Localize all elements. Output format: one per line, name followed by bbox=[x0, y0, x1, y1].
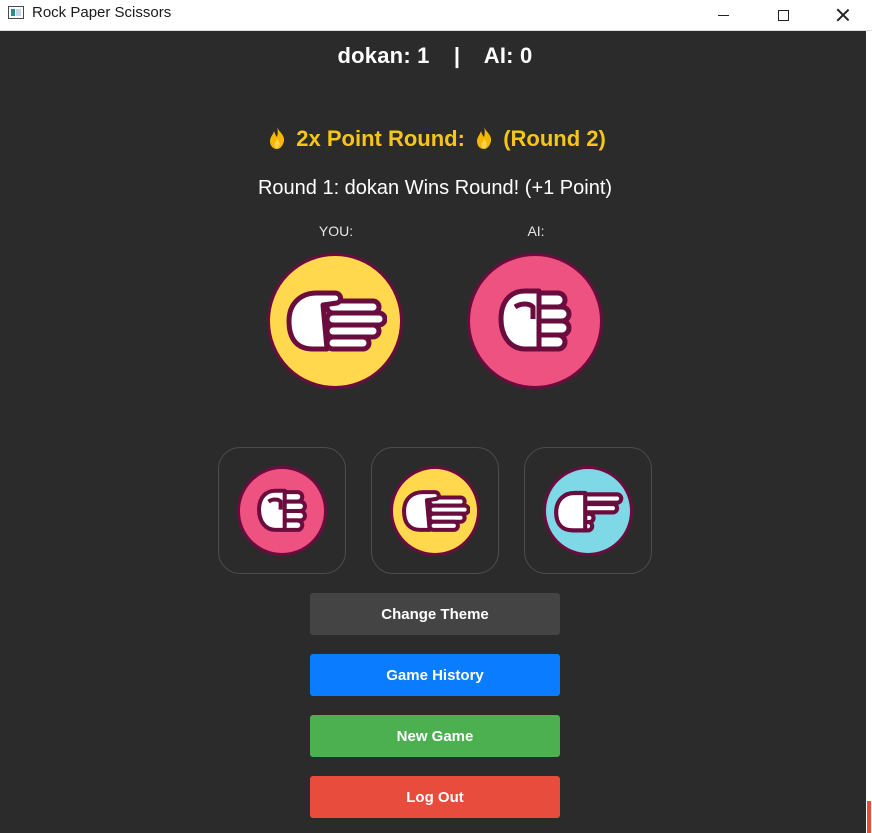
scissors-hand-icon bbox=[554, 490, 624, 532]
close-button[interactable] bbox=[820, 0, 866, 30]
rock-choice-circle bbox=[237, 465, 327, 556]
player-choice-display bbox=[267, 253, 403, 389]
ai-score: AI: 0 bbox=[483, 43, 533, 68]
close-icon bbox=[836, 8, 850, 22]
round-result: Round 1: dokan Wins Round! (+1 Point) bbox=[257, 177, 613, 199]
you-label: YOU: bbox=[318, 223, 354, 239]
minimize-icon bbox=[717, 14, 729, 16]
maximize-icon bbox=[777, 9, 789, 21]
paper-hand-icon bbox=[286, 290, 387, 352]
bonus-text: 2x Point Round: bbox=[296, 126, 465, 151]
score-separator: | bbox=[453, 43, 461, 68]
change-theme-button[interactable]: Change Theme bbox=[310, 593, 560, 635]
title-bar: Rock Paper Scissors bbox=[0, 0, 872, 31]
scissors-choice-circle bbox=[543, 465, 633, 556]
rock-hand-icon bbox=[257, 488, 307, 532]
rock-choice-button[interactable] bbox=[218, 447, 346, 574]
ai-label: AI: bbox=[527, 223, 545, 239]
flame-icon bbox=[477, 127, 492, 149]
paper-hand-icon bbox=[402, 489, 470, 532]
window-title: Rock Paper Scissors bbox=[32, 4, 172, 21]
scoreboard: dokan: 1 | AI: 0 bbox=[0, 43, 870, 69]
ai-choice-display bbox=[467, 253, 603, 389]
log-out-button[interactable]: Log Out bbox=[310, 776, 560, 818]
game-history-button[interactable]: Game History bbox=[310, 654, 560, 696]
app-window: Rock Paper Scissors dokan: 1 | AI: 0 2x … bbox=[0, 0, 872, 833]
app-icon bbox=[8, 6, 24, 19]
paper-choice-button[interactable] bbox=[371, 447, 499, 574]
bonus-round-banner: 2x Point Round: (Round 2) bbox=[0, 126, 870, 152]
scissors-choice-button[interactable] bbox=[524, 447, 652, 574]
new-game-button[interactable]: New Game bbox=[310, 715, 560, 757]
bonus-round-number: (Round 2) bbox=[503, 126, 606, 151]
player-score: dokan: 1 bbox=[337, 43, 430, 68]
rock-hand-icon bbox=[498, 288, 572, 352]
flame-icon bbox=[270, 127, 285, 149]
minimize-button[interactable] bbox=[700, 0, 746, 30]
maximize-button[interactable] bbox=[760, 0, 806, 30]
paper-choice-circle bbox=[390, 465, 480, 556]
